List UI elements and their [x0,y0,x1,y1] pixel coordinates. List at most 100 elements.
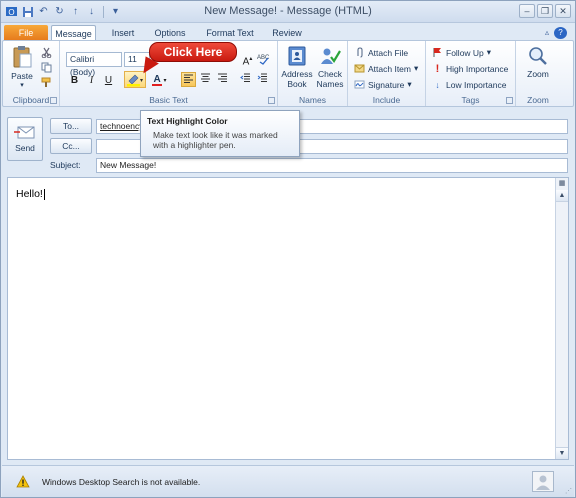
clipboard-group: Paste ▾ Clipboard [3,41,60,106]
font-color-dropdown-icon[interactable]: ▾ [164,78,167,84]
align-left-button[interactable] [181,72,196,87]
exclamation-icon: ! [435,62,440,75]
follow-up-label: Follow Up [446,47,484,58]
increase-indent-button[interactable] [255,72,270,87]
check-names-icon [321,48,341,64]
help-icon[interactable]: ? [554,27,567,39]
tags-group-label: Tags [461,95,480,105]
names-group-label: Names [299,95,326,105]
click-here-callout: Click Here [149,42,237,62]
align-left-icon [184,74,193,83]
zoom-label: Zoom [527,69,549,79]
grow-font-icon[interactable]: A▴ [240,52,255,67]
status-message: Windows Desktop Search is not available. [42,477,201,487]
include-group-label: Include [372,95,401,105]
tab-insert[interactable]: Insert [105,25,141,41]
cut-icon[interactable] [41,47,52,58]
tab-review[interactable]: Review [267,25,307,41]
basic-text-group-label: Basic Text [149,95,188,105]
cc-button[interactable]: Cc... [50,138,92,154]
title-bar: O ↶ ↻ ↑ ↓ ▾ New Message! - Message (HTML… [1,1,575,23]
zoom-group: Zoom Zoom [516,41,560,106]
italic-button[interactable]: I [84,73,99,88]
address-book-button[interactable]: Address Book [280,45,314,89]
tags-dialog-launcher[interactable] [506,97,513,104]
message-body-editor[interactable]: Hello! ▦ ▲ ▼ [7,177,569,460]
clipboard-dialog-launcher[interactable] [50,97,57,104]
ruler-icon[interactable]: ▦ [556,178,568,190]
check-names-button[interactable]: Check Names [314,45,346,89]
check-names-label: Check Names [316,69,344,89]
attach-item-dropdown-icon[interactable]: ▾ [414,63,418,74]
basic-text-dialog-launcher[interactable] [268,97,275,104]
status-bar: Windows Desktop Search is not available.… [2,465,574,497]
attach-item-button[interactable]: Attach Item ▾ [354,63,418,74]
send-button[interactable]: Send [7,117,43,161]
outlook-message-window: O ↶ ↻ ↑ ↓ ▾ New Message! - Message (HTML… [0,0,576,498]
align-right-icon [218,73,227,82]
to-button[interactable]: To... [50,118,92,134]
message-body-text: Hello! [16,188,43,200]
flag-icon [432,47,443,58]
paste-dropdown-icon[interactable]: ▾ [7,81,37,91]
align-right-button[interactable] [215,72,230,87]
tab-format-text[interactable]: Format Text [201,25,259,41]
minimize-ribbon-icon[interactable]: ▵ [545,28,549,37]
attach-item-label: Attach Item [368,63,411,74]
close-button[interactable]: ✕ [555,4,571,18]
names-group: Address Book Check Names Names [278,41,348,106]
bold-button[interactable]: B [67,73,82,88]
low-importance-button[interactable]: ↓ Low Importance [432,79,506,90]
follow-up-button[interactable]: Follow Up ▾ [432,47,491,58]
text-caret [43,188,45,200]
signature-icon [354,79,365,90]
low-importance-label: Low Importance [446,79,507,90]
paste-icon [13,46,32,68]
copy-icon[interactable] [41,62,52,73]
high-importance-button[interactable]: ! High Importance [432,62,509,75]
highlighter-icon: ▾ [127,74,143,87]
signature-button[interactable]: Signature ▾ [354,79,412,90]
subject-field[interactable]: New Message! [96,158,568,173]
window-title: New Message! - Message (HTML) [204,5,372,17]
scroll-up-icon[interactable]: ▲ [556,190,568,202]
tab-file[interactable]: File [4,25,48,41]
vertical-scrollbar[interactable]: ▦ ▲ ▼ [555,178,568,459]
tooltip-title: Text Highlight Color [147,116,228,126]
ribbon: Paste ▾ Clipboard Calibri (Body) 11 A▴ A… [2,40,574,107]
magnifier-icon [529,47,547,65]
font-color-swatch [152,84,162,86]
zoom-button[interactable]: Zoom [522,45,554,79]
paste-button[interactable]: Paste ▾ [7,45,37,91]
spelling-icon[interactable]: ABC [256,52,271,67]
svg-text:ABC: ABC [257,55,270,61]
people-pane-toggle[interactable] [532,471,554,492]
paste-label: Paste [11,71,33,81]
signature-label: Signature [368,79,405,90]
underline-button[interactable]: U [101,73,116,88]
minimize-button[interactable]: – [519,4,535,18]
follow-up-dropdown-icon[interactable]: ▾ [487,47,491,58]
resize-grip-icon[interactable]: ⋰ [565,487,572,495]
attach-file-button[interactable]: Attach File [354,47,408,58]
warning-icon [16,475,30,488]
text-highlight-color-button[interactable]: ▾ [124,71,146,88]
format-painter-icon[interactable] [41,77,52,88]
subject-label: Subject: [50,160,81,170]
zoom-group-label: Zoom [527,95,549,105]
restore-button[interactable]: ❐ [537,4,553,18]
address-book-label: Address Book [281,69,313,89]
ribbon-tabs: File Message Insert Options Format Text … [1,23,575,41]
decrease-indent-button[interactable] [238,72,253,87]
send-envelope-icon [14,126,35,139]
tab-message[interactable]: Message [51,25,96,41]
tab-options[interactable]: Options [149,25,191,41]
scroll-down-icon[interactable]: ▼ [556,447,568,459]
signature-dropdown-icon[interactable]: ▾ [407,79,411,90]
font-name-combo[interactable]: Calibri (Body) [66,52,122,77]
address-book-icon [288,46,306,66]
tags-group: Follow Up ▾ ! High Importance ↓ Low Impo… [426,41,516,106]
align-center-button[interactable] [198,72,213,87]
increase-indent-icon [257,73,267,82]
person-icon [536,475,550,490]
